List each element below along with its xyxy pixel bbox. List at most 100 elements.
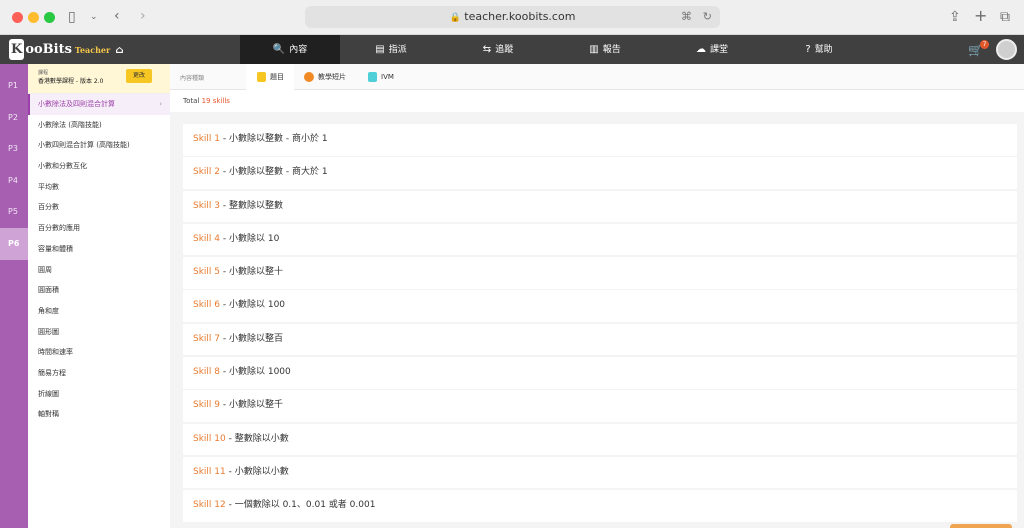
change-course-button[interactable]: 更改 (126, 69, 152, 83)
nav-tab-0[interactable]: 🔍 內容 (240, 35, 340, 64)
level-tab-p4[interactable]: P4 (0, 165, 28, 197)
topic-label: 百分數的應用 (38, 224, 80, 233)
level-tab-p1[interactable]: P1 (0, 70, 28, 102)
level-tab-p2[interactable]: P2 (0, 102, 28, 134)
forward-icon[interactable]: › (140, 8, 146, 24)
topic-item[interactable]: 百分數的應用 (28, 218, 170, 239)
skill-row[interactable]: Skill 3 - 整數除以整數 (183, 190, 1017, 223)
avatar[interactable] (996, 39, 1017, 60)
nav-label: 追蹤 (495, 45, 514, 55)
course-label: 課程 (38, 70, 49, 76)
skill-row[interactable]: Skill 6 - 小數除以 100 (183, 290, 1017, 322)
translate-icon[interactable]: ⌘ (681, 6, 692, 28)
url-text: teacher.koobits.com (464, 10, 576, 23)
topic-label: 角和度 (38, 306, 59, 315)
reload-icon[interactable]: ↻ (703, 6, 712, 28)
topic-label: 軸對稱 (38, 410, 59, 419)
logo-subtitle: Teacher (74, 45, 111, 55)
skill-row[interactable]: Skill 5 - 小數除以整十 (183, 257, 1017, 289)
nav-tab-5[interactable]: ? 幫助 (769, 35, 869, 64)
topic-item[interactable]: 軸對稱 (28, 404, 170, 425)
close-window-button[interactable] (12, 12, 23, 23)
skill-number: Skill 8 (193, 367, 221, 378)
nav-label: 報告 (602, 45, 621, 55)
skill-number: Skill 4 (193, 233, 221, 244)
topic-item[interactable]: 百分數 (28, 197, 170, 218)
logo-text: ooBits (25, 42, 72, 57)
browser-toolbar: ▯ ⌄ ‹ › 🔒 teacher.koobits.com ⌘ ↻ ⇪ + ⧉ (0, 0, 1024, 35)
topic-item[interactable]: 圓周 (28, 260, 170, 281)
topic-item[interactable]: 容量和體積 (28, 239, 170, 260)
play-icon (304, 72, 314, 82)
topic-item[interactable]: 折線圖 (28, 384, 170, 405)
topic-sidebar: 課程 香港數學課程 - 版本 2.0 更改 小數除法及四則混合計算 › 小數除法 (… (28, 64, 170, 528)
tab-questions[interactable]: 題目 (246, 64, 294, 90)
topic-item[interactable]: 小數除法及四則混合計算 › (28, 94, 170, 115)
skill-number: Skill 12 (193, 500, 226, 511)
topic-item[interactable]: 平均數 (28, 177, 170, 198)
classroom-icon: ☁ (695, 44, 706, 55)
total-count: 19 skills (201, 97, 230, 105)
track-icon: ⇆ (482, 44, 492, 55)
address-bar[interactable]: 🔒 teacher.koobits.com ⌘ ↻ (305, 6, 720, 28)
nav-label: 幫助 (814, 45, 833, 55)
topic-label: 小數除法 (高階技能) (38, 120, 102, 129)
cube-icon (368, 72, 377, 82)
topic-label: 小數四則混合計算 (高階技能) (38, 141, 130, 150)
topic-label: 圓周 (38, 265, 52, 274)
skill-row[interactable]: Skill 2 - 小數除以整數 - 商大於 1 (183, 157, 1017, 189)
skill-name: - 小數除以 10 (220, 233, 280, 244)
skill-name: - 一個數除以 0.1、0.01 或者 0.001 (225, 500, 376, 511)
topic-label: 圓面積 (38, 286, 59, 295)
topic-item[interactable]: 小數和分數互化 (28, 156, 170, 177)
skill-name: - 小數除以整數 - 商小於 1 (220, 134, 328, 144)
skill-number: Skill 5 (193, 267, 221, 278)
course-name: 香港數學課程 - 版本 2.0 (38, 78, 104, 85)
new-tab-icon[interactable]: + (974, 8, 987, 24)
level-tab-p5[interactable]: P5 (0, 196, 28, 228)
topic-item[interactable]: 角和度 (28, 301, 170, 322)
topic-item[interactable]: 簡易方程 (28, 363, 170, 384)
koobits-logo[interactable]: KooBits Teacher ⌂ (9, 39, 124, 60)
level-tab-p3[interactable]: P3 (0, 133, 28, 165)
skill-row[interactable]: Skill 4 - 小數除以 10 (183, 223, 1017, 256)
tab-videos[interactable]: 教學短片 (304, 64, 362, 90)
zoom-window-button[interactable] (44, 12, 55, 23)
skill-number: Skill 2 (193, 167, 221, 178)
topic-item[interactable]: 小數四則混合計算 (高階技能) (28, 135, 170, 156)
back-icon[interactable]: ‹ (114, 8, 120, 24)
share-icon[interactable]: ⇪ (949, 9, 961, 25)
skill-number: Skill 3 (193, 200, 221, 211)
skill-row[interactable]: Skill 8 - 小數除以 1000 (183, 357, 1017, 389)
topic-item[interactable]: 圓形圖 (28, 322, 170, 343)
help-icon: ? (805, 44, 811, 55)
skill-name: - 小數除以小數 (225, 466, 289, 477)
topic-item[interactable]: 小數除法 (高階技能) (28, 115, 170, 136)
skill-name: - 小數除以整數 - 商大於 1 (220, 167, 328, 178)
level-tab-p6[interactable]: P6 (0, 227, 28, 260)
skill-row[interactable]: Skill 9 - 小數除以整千 (183, 390, 1017, 422)
skill-number: Skill 1 (193, 134, 221, 144)
total-label: Total (183, 97, 200, 105)
topic-item[interactable]: 時間和速率 (28, 342, 170, 363)
skill-list: Skill 1 - 小數除以整數 - 商小於 1 Skill 2 - 小數除以整數… (183, 124, 1017, 524)
nav-tab-4[interactable]: ☁ 課堂 (662, 35, 762, 64)
nav-tab-1[interactable]: ▤ 指派 (341, 35, 441, 64)
nav-tab-2[interactable]: ⇆ 追蹤 (448, 35, 548, 64)
level-sidebar: P1 P2 P3 P4 P5 P6 (0, 64, 28, 528)
chevron-down-icon[interactable]: ⌄ (90, 9, 98, 25)
tab-ivm[interactable]: IVM (368, 64, 408, 90)
skill-name: - 整數除以整數 (220, 200, 283, 211)
skill-row[interactable]: Skill 10 - 整數除以小數 (183, 423, 1017, 456)
question-icon (257, 72, 266, 82)
skill-row[interactable]: Skill 1 - 小數除以整數 - 商小於 1 (183, 124, 1017, 156)
sidebar-toggle-icon[interactable]: ▯ (68, 9, 76, 25)
scroll-hint (950, 524, 1012, 528)
tabs-overview-icon[interactable]: ⧉ (1000, 9, 1010, 25)
skill-row[interactable]: Skill 7 - 小數除以整百 (183, 323, 1017, 356)
topic-item[interactable]: 圓面積 (28, 280, 170, 301)
minimize-window-button[interactable] (28, 12, 39, 23)
skill-row[interactable]: Skill 11 - 小數除以小數 (183, 456, 1017, 489)
nav-tab-3[interactable]: ▥ 報告 (555, 35, 655, 64)
skill-row[interactable]: Skill 12 - 一個數除以 0.1、0.01 或者 0.001 (183, 490, 1017, 522)
